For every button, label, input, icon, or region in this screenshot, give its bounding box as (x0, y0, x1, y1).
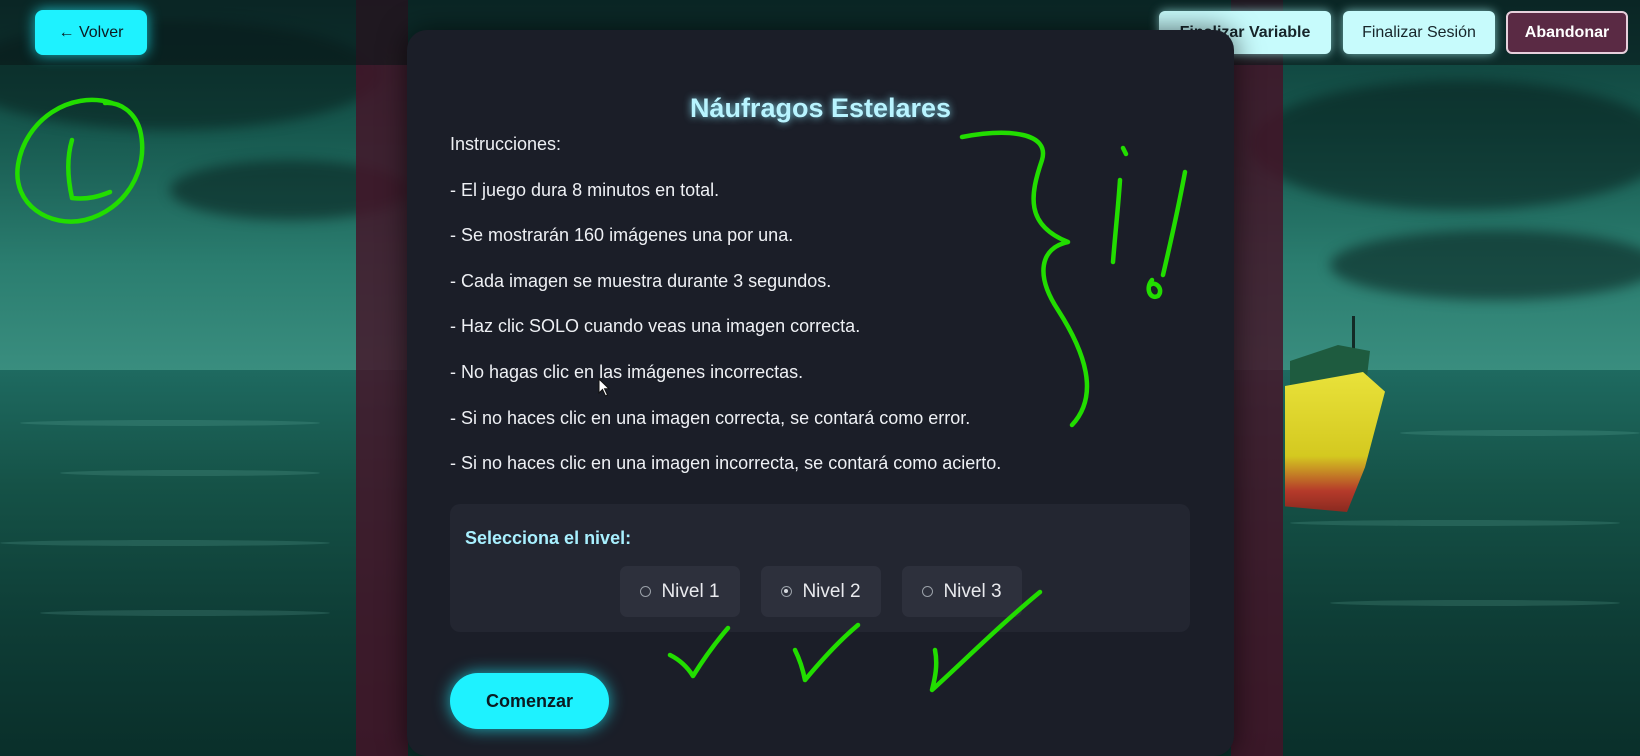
circled-number-annotation (66, 137, 113, 201)
exclamation-annotation (1146, 277, 1163, 299)
annotation-overlay (15, 97, 1188, 693)
brace-annotation (959, 130, 1090, 428)
checkmark-annotation (929, 589, 1043, 693)
checkmark-annotation (792, 622, 861, 683)
exclamation-annotation (1120, 145, 1129, 157)
exclamation-annotation (1110, 177, 1123, 265)
checkmark-annotation (667, 625, 731, 679)
exclamation-annotation (1160, 169, 1188, 278)
circled-number-annotation (15, 97, 145, 224)
